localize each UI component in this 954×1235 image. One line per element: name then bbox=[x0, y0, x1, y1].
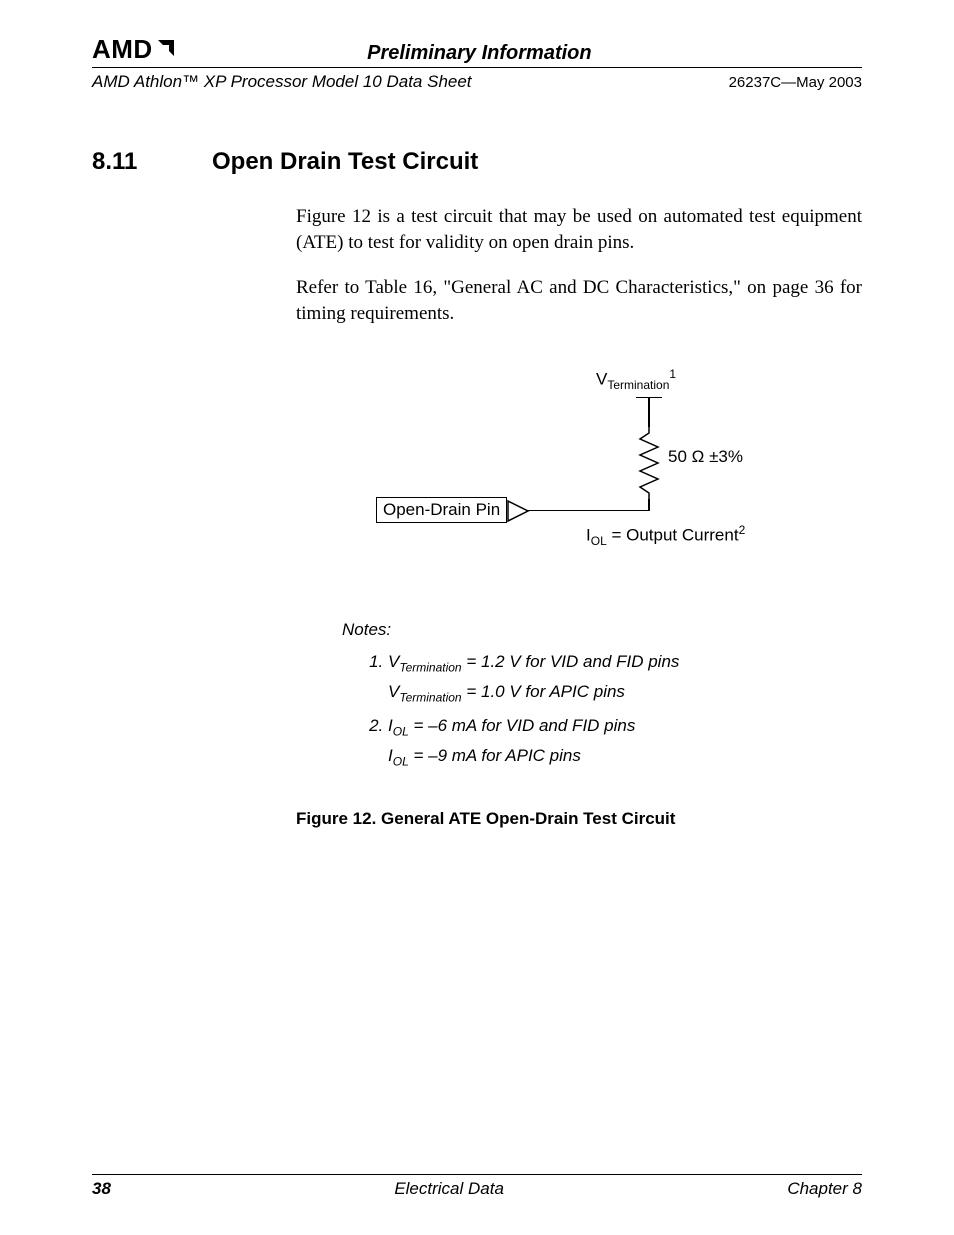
note-1: VTermination = 1.2 V for VID and FID pin… bbox=[388, 649, 862, 707]
body-column: Figure 12 is a test circuit that may be … bbox=[296, 204, 862, 327]
header-sub: AMD Athlon™ XP Processor Model 10 Data S… bbox=[92, 72, 862, 92]
n2l1-sub: OL bbox=[393, 724, 409, 738]
iol-text: = Output Current bbox=[607, 525, 739, 544]
v-termination-label: VTermination1 bbox=[596, 367, 676, 392]
logo-text: AMD bbox=[92, 34, 153, 65]
v-term-prefix: V bbox=[596, 369, 607, 388]
figure-diagram: VTermination1 50 Ω ±3% Open-Drain Pin IO… bbox=[296, 367, 856, 587]
iol-sup: 2 bbox=[739, 523, 746, 537]
iol-sub: OL bbox=[591, 534, 607, 548]
n1l2-rest: = 1.0 V for APIC pins bbox=[462, 682, 625, 701]
iol-label: IOL = Output Current2 bbox=[586, 523, 745, 548]
doc-id: 26237C—May 2003 bbox=[729, 74, 862, 91]
figure-notes: Notes: VTermination = 1.2 V for VID and … bbox=[342, 617, 862, 771]
page: AMD Preliminary Information AMD Athlon™ … bbox=[0, 0, 954, 1235]
amd-logo: AMD bbox=[92, 34, 177, 65]
logo-arrow-icon bbox=[155, 35, 177, 66]
section-title: Open Drain Test Circuit bbox=[212, 148, 478, 176]
n1l1-rest: = 1.2 V for VID and FID pins bbox=[462, 652, 680, 671]
page-number: 38 bbox=[92, 1179, 111, 1199]
v-term-sub: Termination bbox=[607, 378, 669, 392]
n1l1-sub: Termination bbox=[399, 660, 461, 674]
resistor-value: 50 Ω ±3% bbox=[668, 447, 743, 467]
wire-top bbox=[648, 397, 650, 427]
note-2: IOL = –6 mA for VID and FID pins IOL = –… bbox=[388, 713, 862, 771]
n1l1-pre: V bbox=[388, 652, 399, 671]
wire-horiz bbox=[526, 510, 650, 512]
n2l2-sub: OL bbox=[393, 754, 409, 768]
resistor-icon bbox=[638, 427, 660, 499]
open-drain-pin-box: Open-Drain Pin bbox=[376, 497, 507, 523]
paragraph-2: Refer to Table 16, "General AC and DC Ch… bbox=[296, 275, 862, 326]
note-1-line2: VTermination = 1.0 V for APIC pins bbox=[388, 679, 862, 707]
section-heading: 8.11 Open Drain Test Circuit bbox=[92, 148, 862, 176]
header-top: AMD Preliminary Information bbox=[92, 34, 862, 68]
n1l2-pre: V bbox=[388, 682, 399, 701]
n1l2-sub: Termination bbox=[399, 690, 461, 704]
n2l2-rest: = –9 mA for APIC pins bbox=[409, 746, 581, 765]
page-footer: 38 Electrical Data Chapter 8 bbox=[92, 1174, 862, 1199]
section-number: 8.11 bbox=[92, 148, 212, 176]
n2l1-rest: = –6 mA for VID and FID pins bbox=[409, 716, 636, 735]
footer-center: Electrical Data bbox=[394, 1179, 504, 1199]
footer-right: Chapter 8 bbox=[787, 1179, 862, 1199]
figure-caption: Figure 12. General ATE Open-Drain Test C… bbox=[296, 809, 862, 829]
doc-title: AMD Athlon™ XP Processor Model 10 Data S… bbox=[92, 72, 472, 92]
note-2-line2: IOL = –9 mA for APIC pins bbox=[388, 743, 862, 771]
paragraph-1: Figure 12 is a test circuit that may be … bbox=[296, 204, 862, 255]
v-term-sup: 1 bbox=[669, 367, 676, 381]
notes-label: Notes: bbox=[342, 617, 862, 643]
buffer-icon bbox=[506, 499, 530, 523]
preliminary-label: Preliminary Information bbox=[367, 42, 592, 65]
